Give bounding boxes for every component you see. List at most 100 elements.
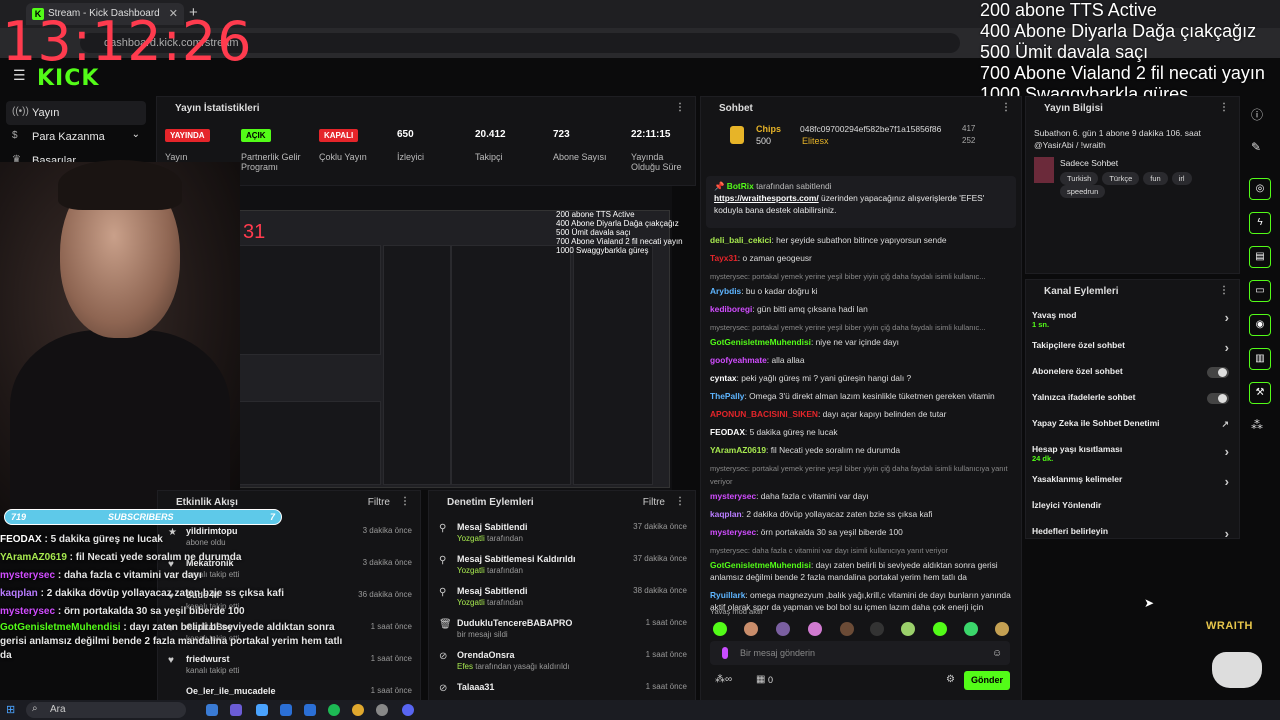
status-badge: YAYINDA	[165, 129, 210, 142]
app-icon[interactable]	[280, 704, 292, 716]
emote-icon[interactable]	[744, 622, 758, 636]
filter-button[interactable]: Filtre	[368, 497, 390, 508]
chat-message[interactable]: GotGenisletmeMuhendisi: niye ne var için…	[700, 336, 1022, 348]
more-icon[interactable]: ⋮	[675, 102, 685, 113]
chat-reply-context[interactable]: mysterysec: daha fazla c vitamini var da…	[700, 544, 1022, 557]
more-icon[interactable]: ⋮	[1219, 285, 1229, 296]
emote-icon[interactable]	[840, 622, 854, 636]
app-icon[interactable]	[256, 704, 268, 716]
info-icon[interactable]: ⓘ	[1251, 106, 1263, 123]
emote-icon[interactable]	[808, 622, 822, 636]
pinned-link[interactable]: https://wraithesports.com/	[714, 193, 819, 203]
chat-message[interactable]: cyntax: peki yağlı güreş mi ? yani güreş…	[700, 372, 1022, 384]
chat-message[interactable]: APONUN_BACISINI_SIKEN: dayı açar kapıyı …	[700, 408, 1022, 420]
broadcast-icon[interactable]: ◉	[1249, 314, 1271, 336]
leaderboard-user[interactable]: 048fc09700294ef582be7f1a15856f86	[800, 124, 941, 134]
list-item[interactable]: 🗑 DudukluTencereBABAPRO bir mesajı sildi 1 …	[429, 615, 695, 647]
emote-icon[interactable]	[901, 622, 915, 636]
goal-line: 500 Ümit davala saçı	[980, 42, 1149, 62]
chat-message[interactable]: FEODAX: 5 dakika güreş ne lucak	[700, 426, 1022, 438]
lightning-icon[interactable]: ϟ	[1249, 212, 1271, 234]
banned-words-setting[interactable]: Yasaklanmış kelimeler ›	[1026, 474, 1239, 500]
more-icon[interactable]: ⋮	[675, 496, 685, 507]
layout-icon[interactable]: ▥	[1249, 348, 1271, 370]
emotes-only-setting[interactable]: Yalnızca ifadelerle sohbet	[1026, 392, 1239, 418]
app-icon[interactable]	[230, 704, 242, 716]
chat-message[interactable]: Arybdis: bu o kadar doğru ki	[700, 285, 1022, 297]
chat-reply-context[interactable]: mysterysec: portakal yemek yerine yeşil …	[700, 321, 1022, 334]
chat-reply-context[interactable]: mysterysec: portakal yemek yerine yeşil …	[700, 462, 1022, 488]
gift-icon[interactable]: ▦	[756, 674, 765, 685]
list-item[interactable]: ⊘ Talaaa31 1 saat önce	[429, 679, 695, 701]
spotify-icon[interactable]	[328, 704, 340, 716]
send-button[interactable]: Gönder	[964, 671, 1010, 690]
chat-message[interactable]: ThePally: Omega 3'ü direkt alman lazım k…	[700, 390, 1022, 402]
chat-message[interactable]: kediboregi: gün bitti amq çıksana hadi l…	[700, 303, 1022, 315]
chat-message[interactable]: GotGenisletmeMuhendisi: dayı zaten belir…	[700, 559, 1022, 583]
overlay-chat-line: mysterysec : örn portakalda 30 sa yeşil …	[0, 606, 245, 617]
gear-icon[interactable]: ⚙	[946, 674, 955, 685]
emote-icon[interactable]	[995, 622, 1009, 636]
emote-icon[interactable]	[964, 622, 978, 636]
tag[interactable]: fun	[1143, 172, 1168, 185]
followers-only-setting[interactable]: Takipçilere özel sohbet ›	[1026, 340, 1239, 366]
points-icon[interactable]: ⁂∞	[715, 674, 732, 685]
list-item[interactable]: ⊘ OrendaOnsra Efes tarafından yasağı kaldı…	[429, 647, 695, 679]
list-item[interactable]: ⚲ Mesaj Sabitlendi Yozgatli tarafından 38 d…	[429, 583, 695, 615]
sidebar-item-para-kazanma[interactable]: $ Para Kazanma ⌄	[6, 125, 146, 149]
list-item[interactable]: ⚲ Mesaj Sabitlemesi Kaldırıldı Yozgatli ta…	[429, 551, 695, 583]
windows-start-icon[interactable]: ⊞	[6, 703, 15, 716]
discord-icon[interactable]	[402, 704, 414, 716]
sub-count-right: 7	[269, 512, 275, 522]
redirect-viewers-setting[interactable]: İzleyici Yönlendir	[1026, 500, 1239, 526]
chat-input[interactable]: Bir mesaj gönderin	[710, 641, 1010, 665]
goal-line: 700 Abone Vialand 2 fil necati yayın	[980, 63, 1265, 83]
chat-message[interactable]: Tayx31: o zaman geogeusr	[700, 252, 1022, 264]
leaderboard-user[interactable]: Elitesx	[802, 136, 829, 146]
ai-moderation-setting[interactable]: Yapay Zeka ile Sohbet Denetimi ↗	[1026, 418, 1239, 444]
wrench-icon[interactable]: ⚒	[1249, 382, 1271, 404]
chat-message[interactable]: YAramAZ0619: fil Necati yede soralım ne …	[700, 444, 1022, 456]
emote-icon[interactable]	[713, 622, 727, 636]
chat-message[interactable]: mysterysec: daha fazla c vitamini var da…	[700, 490, 1022, 502]
more-icon[interactable]: ⋮	[1219, 102, 1229, 113]
emote-icon[interactable]	[870, 622, 884, 636]
chat-message[interactable]: kaqplan: 2 dakika dövüp yollayacaz zaten…	[700, 508, 1022, 520]
chat-message[interactable]: goofyeahmate: alla allaa	[700, 354, 1022, 366]
tag[interactable]: Turkish	[1060, 172, 1099, 185]
slow-mode-setting[interactable]: Yavaş mod 1 sn. ›	[1026, 310, 1239, 340]
pinned-message[interactable]: 📌 BotRix tarafından sabitlendi https://w…	[706, 176, 1016, 228]
chat-message[interactable]: deli_bali_cekici: her şeyide subathon bi…	[700, 234, 1022, 246]
emote-icon[interactable]	[776, 622, 790, 636]
app-icon[interactable]	[206, 704, 218, 716]
taskbar-search[interactable]: Ara	[26, 702, 186, 718]
app-icon[interactable]	[376, 704, 388, 716]
list-item[interactable]: ⚲ Mesaj Sabitlendi Yozgatli tarafından 37 d…	[429, 519, 695, 551]
toggle-switch[interactable]	[1207, 393, 1229, 404]
users-icon[interactable]: ⁂	[1251, 418, 1263, 432]
chrome-icon[interactable]	[352, 704, 364, 716]
tag[interactable]: speedrun	[1060, 185, 1106, 198]
sidebar-item-yayin[interactable]: ((•)) Yayın	[6, 101, 146, 125]
filter-button[interactable]: Filtre	[643, 497, 665, 508]
subscribers-only-setting[interactable]: Abonelere özel sohbet	[1026, 366, 1239, 392]
edit-icon[interactable]: ✎	[1251, 140, 1261, 154]
account-age-setting[interactable]: Hesap yaşı kısıtlaması 24 dk. ›	[1026, 444, 1239, 474]
more-icon[interactable]: ⋮	[400, 496, 410, 507]
app-icon[interactable]	[304, 704, 316, 716]
clip-icon[interactable]: ◎	[1249, 178, 1271, 200]
tag[interactable]: Türkçe	[1102, 172, 1140, 185]
set-goals-setting[interactable]: Hedefleri belirleyin ›	[1026, 526, 1239, 552]
panel-title: Kanal Eylemleri	[1044, 286, 1119, 297]
emoji-picker-icon[interactable]: ☺	[992, 648, 1002, 659]
tag[interactable]: irl	[1171, 172, 1192, 185]
category[interactable]: Sadece Sohbet Turkish Türkçe fun irl speedru…	[1026, 157, 1239, 198]
mic-icon[interactable]	[722, 647, 728, 659]
emote-icon[interactable]	[933, 622, 947, 636]
notes-icon[interactable]: ▤	[1249, 246, 1271, 268]
chat-message[interactable]: mysterysec: örn portakalda 30 sa yeşil b…	[700, 526, 1022, 538]
more-icon[interactable]: ⋮	[1001, 102, 1011, 113]
chat-reply-context[interactable]: mysterysec: portakal yemek yerine yeşil …	[700, 270, 1022, 283]
chat-bubble-icon[interactable]: ▭	[1249, 280, 1271, 302]
toggle-switch[interactable]	[1207, 367, 1229, 378]
